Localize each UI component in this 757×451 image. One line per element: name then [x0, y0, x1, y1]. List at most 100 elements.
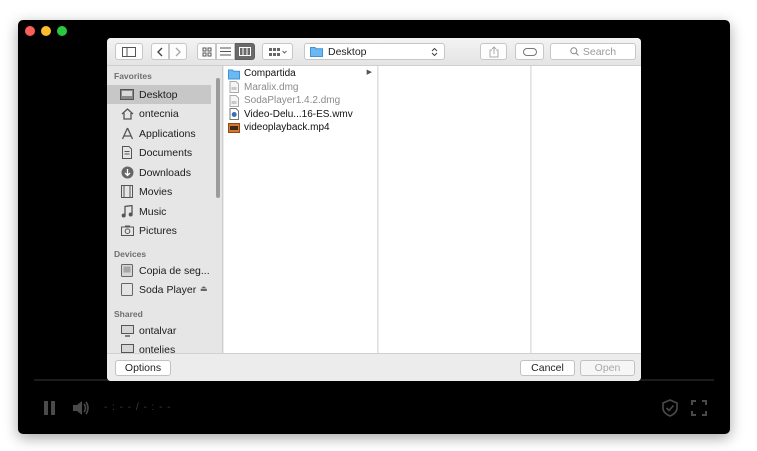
file-column: Compartida ▶ Maralix.dmg SodaPlayer1.4.2… — [224, 66, 489, 379]
sidebar-item-label: Movies — [139, 185, 173, 198]
sidebar-item-label: ontecnia — [139, 107, 179, 120]
sidebar-item-label: Music — [139, 205, 167, 218]
zoom-icon[interactable] — [57, 26, 67, 36]
sidebar-item-pictures[interactable]: Pictures — [107, 221, 211, 240]
sidebar: Favorites Desktop ontecnia Applications … — [107, 66, 223, 353]
updown-chevron-icon — [431, 47, 438, 56]
fullscreen-icon[interactable] — [689, 398, 709, 418]
dialog-toolbar: Desktop Search — [107, 38, 641, 66]
sidebar-item-label: ontelies — [139, 343, 176, 354]
disclosure-arrow-icon: ▶ — [366, 69, 372, 76]
file-name: SodaPlayer1.4.2.dmg — [244, 95, 341, 107]
shared-header: Shared — [114, 309, 143, 319]
eject-icon[interactable]: ⏏ — [200, 284, 208, 293]
list-view-button[interactable] — [216, 43, 235, 60]
back-button[interactable] — [151, 43, 169, 60]
favorites-header: Favorites — [114, 71, 152, 81]
file-name: Video-Delu...16-ES.wmv — [244, 108, 353, 120]
desktop-icon — [120, 88, 134, 102]
sidebar-item-documents[interactable]: Documents — [107, 143, 211, 162]
volume-icon[interactable] — [71, 398, 91, 418]
cancel-button[interactable]: Cancel — [520, 360, 575, 376]
sidebar-item-downloads[interactable]: Downloads — [107, 163, 211, 182]
pictures-icon — [120, 224, 134, 238]
sidebar-item-label: Documents — [139, 146, 193, 159]
icon-view-button[interactable] — [197, 43, 216, 60]
location-popup[interactable]: Desktop — [304, 43, 445, 60]
close-icon[interactable] — [25, 26, 35, 36]
video-file-icon — [229, 108, 239, 121]
sidebar-item-desktop[interactable]: Desktop — [107, 85, 211, 104]
dmg-icon — [229, 94, 239, 107]
sidebar-item-soda-player[interactable]: Soda Player ⏏ — [107, 280, 217, 299]
share-icon — [489, 45, 498, 57]
sidebar-item-label: Desktop — [139, 88, 178, 101]
applications-icon — [120, 127, 134, 141]
empty-column — [532, 66, 641, 353]
grid-icon — [202, 47, 211, 56]
search-field[interactable]: Search — [550, 43, 636, 60]
file-row-sodaplayer-dmg[interactable]: SodaPlayer1.4.2.dmg — [224, 94, 378, 108]
file-row-videoplayback[interactable]: videoplayback.mp4 — [224, 121, 378, 135]
file-name: Compartida — [244, 68, 296, 80]
sidebar-item-copia-de-seguridad[interactable]: Copia de seg... — [107, 261, 211, 280]
sidebar-item-applications[interactable]: Applications — [107, 124, 211, 143]
folder-icon — [228, 69, 240, 80]
file-row-maralix[interactable]: Maralix.dmg — [224, 81, 378, 95]
file-name: Maralix.dmg — [244, 81, 299, 93]
drive-icon — [120, 264, 134, 278]
sidebar-item-label: Soda Player — [139, 283, 197, 296]
sidebar-item-ontecnia[interactable]: ontecnia — [107, 104, 211, 123]
computer-icon — [120, 324, 134, 338]
columns-icon — [239, 47, 251, 56]
arrange-icon — [268, 47, 287, 56]
list-icon — [220, 47, 231, 56]
arrange-button[interactable] — [262, 43, 293, 60]
sidebar-item-label: Copia de seg... — [139, 264, 210, 277]
sidebar-item-ontelies[interactable]: ontelies — [107, 340, 211, 353]
sidebar-item-label: Pictures — [139, 224, 177, 237]
search-placeholder: Search — [582, 45, 617, 58]
empty-column — [379, 66, 531, 353]
documents-icon — [120, 146, 134, 160]
search-icon — [570, 47, 579, 56]
music-icon — [120, 205, 134, 219]
dmg-icon — [229, 81, 239, 94]
folder-icon — [310, 47, 323, 57]
location-label: Desktop — [328, 45, 367, 58]
tag-icon — [522, 47, 537, 56]
file-row-compartida[interactable]: Compartida ▶ — [224, 67, 378, 81]
video-file-icon — [228, 122, 240, 133]
shield-icon[interactable] — [660, 398, 680, 418]
dialog-footer: Options Cancel Open — [107, 353, 641, 381]
options-button[interactable]: Options — [115, 360, 171, 376]
share-button[interactable] — [480, 43, 507, 60]
open-button[interactable]: Open — [580, 360, 635, 376]
sidebar-item-music[interactable]: Music — [107, 202, 211, 221]
chevron-left-icon — [157, 47, 163, 56]
sidebar-item-movies[interactable]: Movies — [107, 182, 211, 201]
sidebar-icon — [122, 46, 136, 57]
devices-header: Devices — [114, 249, 147, 259]
file-row-video-wmv[interactable]: Video-Delu...16-ES.wmv — [224, 108, 378, 122]
player-controls: - : - - / - : - - — [18, 396, 730, 420]
movies-icon — [120, 185, 134, 199]
time-display: - : - - / - : - - — [104, 402, 172, 413]
sidebar-item-ontalvar[interactable]: ontalvar — [107, 321, 211, 340]
tags-button[interactable] — [515, 43, 544, 60]
window-controls — [25, 26, 67, 36]
sidebar-item-label: Applications — [139, 127, 196, 140]
pause-icon[interactable] — [40, 398, 60, 418]
chevron-right-icon — [175, 47, 181, 56]
downloads-icon — [120, 166, 134, 180]
open-file-dialog: Desktop Search Favorites Desktop ontecni… — [107, 38, 641, 381]
forward-button[interactable] — [169, 43, 187, 60]
minimize-icon[interactable] — [41, 26, 51, 36]
sidebar-item-label: ontalvar — [139, 324, 177, 337]
sidebar-toggle-button[interactable] — [115, 43, 143, 60]
file-name: videoplayback.mp4 — [244, 122, 330, 134]
home-icon — [120, 107, 134, 121]
computer-icon — [120, 343, 134, 354]
column-view-button[interactable] — [235, 43, 255, 60]
sidebar-scrollbar[interactable] — [216, 78, 220, 198]
